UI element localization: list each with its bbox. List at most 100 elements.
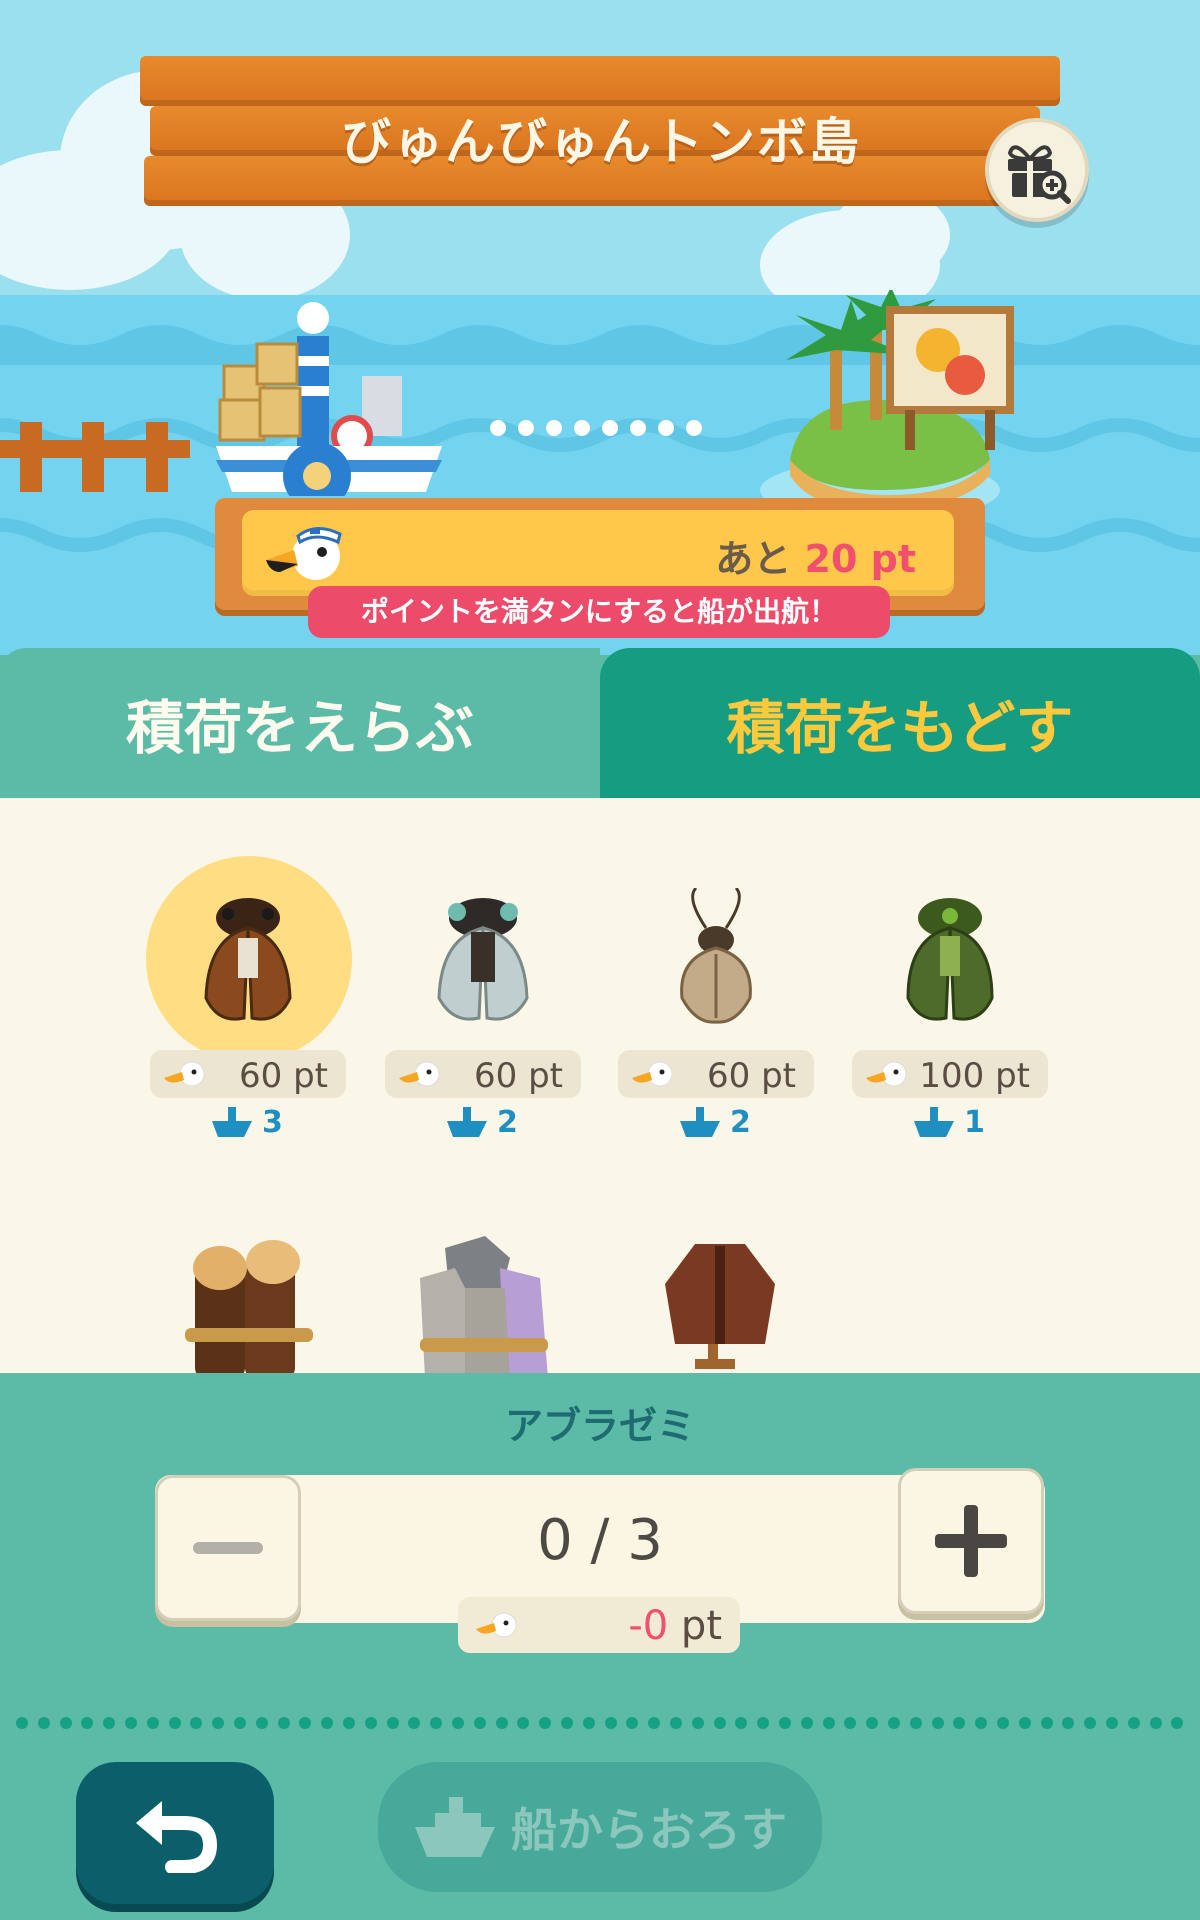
tab-choose-cargo[interactable]: 積荷をえらぶ (0, 648, 600, 798)
cargo-item[interactable]: 60 pt 3 (146, 798, 352, 1140)
tab-return-cargo[interactable]: 積荷をもどす (600, 648, 1200, 798)
divider-dot (321, 1717, 334, 1729)
divider-dot (866, 1717, 879, 1729)
item-price: 100 pt (852, 1050, 1048, 1098)
brown-cicada-icon (204, 898, 292, 1021)
divider-dot (931, 1717, 944, 1729)
item-price: 60 pt (150, 1050, 346, 1098)
ship-icon (415, 1797, 495, 1857)
pelican-icon (399, 1061, 440, 1087)
divider-dot (975, 1717, 988, 1729)
divider-dot (364, 1717, 377, 1729)
divider-dot (626, 1717, 639, 1729)
item-stock: 3 (210, 1102, 283, 1142)
island-title: びゅんびゅんトンボ島 (341, 113, 861, 171)
item-stock: 2 (445, 1102, 518, 1142)
back-button[interactable] (76, 1762, 274, 1904)
divider-dot (1062, 1717, 1075, 1729)
pelican-icon (476, 1612, 517, 1638)
pelican-icon (164, 1061, 205, 1087)
divider-dot (59, 1717, 72, 1729)
cricket-icon (680, 888, 752, 1024)
divider-dot (37, 1717, 50, 1729)
divider-dot (779, 1717, 791, 1729)
cargo-item[interactable]: 60 pt 2 (616, 798, 816, 1140)
divider-dot (539, 1717, 552, 1729)
pelican-icon (866, 1061, 907, 1087)
ship-icon (680, 1107, 720, 1137)
divider-dot (1171, 1717, 1184, 1729)
cargo-item[interactable]: 100 pt 1 (850, 798, 1050, 1140)
item-stock: 2 (678, 1102, 751, 1142)
ship-icon (212, 1107, 252, 1137)
divider-dot (430, 1717, 443, 1729)
item-price: 60 pt (618, 1050, 814, 1098)
ship-icon (447, 1107, 487, 1137)
divider-dot (212, 1717, 225, 1729)
ship-icon (914, 1107, 954, 1137)
pelican-captain-icon (266, 527, 342, 580)
divider-dot (800, 1717, 813, 1729)
brown-jacket-icon[interactable] (655, 1234, 785, 1373)
divider-dot (299, 1717, 312, 1729)
unload-from-ship-button[interactable]: 船からおろす (378, 1762, 822, 1892)
route-dots (490, 420, 710, 440)
divider-dot (953, 1717, 966, 1729)
increase-button[interactable] (898, 1468, 1044, 1614)
wood-bundle-icon[interactable] (175, 1228, 325, 1373)
divider-dot (103, 1717, 116, 1729)
divider-dot (648, 1717, 661, 1729)
divider-dot (691, 1717, 704, 1729)
divider-dot (1127, 1717, 1140, 1729)
divider-dot (408, 1717, 421, 1729)
points-delta: -0 pt (458, 1597, 740, 1653)
divider-dot (604, 1717, 617, 1729)
divider-dot (452, 1717, 464, 1729)
selected-item-name: アブラゼミ (504, 1404, 695, 1448)
divider-dot (146, 1717, 159, 1729)
title-banner: びゅんびゅんトンボ島 (140, 52, 1062, 206)
cargo-item-grid: 60 pt 3 60 pt 2 60 pt 2 100 pt 1 (0, 798, 1200, 1373)
quantity-count: 0 / 3 (537, 1508, 663, 1573)
decrease-button[interactable] (155, 1475, 301, 1621)
divider-dot (343, 1717, 355, 1729)
gift-search-icon (1007, 145, 1071, 204)
divider-dot (670, 1717, 682, 1729)
divider-dot (125, 1717, 137, 1729)
departure-hint: ポイントを満タンにすると船が出航！ (308, 586, 890, 638)
undo-arrow-icon (136, 1801, 218, 1873)
divider-dot (473, 1717, 486, 1729)
green-cicada-icon (906, 898, 994, 1021)
island-icon (760, 290, 1014, 520)
divider-dot (844, 1717, 857, 1729)
item-price: 60 pt (385, 1050, 581, 1098)
divider-dot (1040, 1717, 1053, 1729)
grey-cicada-icon (437, 898, 529, 1021)
divider-dot (234, 1717, 246, 1729)
plus-icon (935, 1505, 1007, 1577)
stone-bundle-icon[interactable] (410, 1228, 560, 1373)
cargo-item[interactable]: 60 pt 2 (383, 798, 583, 1140)
divider-dot (277, 1717, 290, 1729)
minus-icon (193, 1542, 263, 1554)
divider-dot (517, 1717, 530, 1729)
divider-dot (757, 1717, 770, 1729)
pier-icon (0, 422, 190, 492)
divider-dot (735, 1717, 748, 1729)
divider-dot (1018, 1717, 1031, 1729)
divider-dot (822, 1717, 835, 1729)
gift-preview-button[interactable] (985, 118, 1089, 222)
divider-dot (1084, 1717, 1097, 1729)
divider-dot (582, 1717, 595, 1729)
dotted-divider (16, 1717, 1186, 1731)
item-stock: 1 (912, 1102, 985, 1142)
divider-dot (190, 1717, 203, 1729)
divider-dot (997, 1717, 1009, 1729)
divider-dot (888, 1717, 900, 1729)
divider-dot (16, 1717, 28, 1729)
divider-dot (495, 1717, 508, 1729)
divider-dot (561, 1717, 573, 1729)
divider-dot (1149, 1717, 1162, 1729)
cargo-ship-icon (216, 302, 442, 496)
divider-dot (713, 1717, 726, 1729)
